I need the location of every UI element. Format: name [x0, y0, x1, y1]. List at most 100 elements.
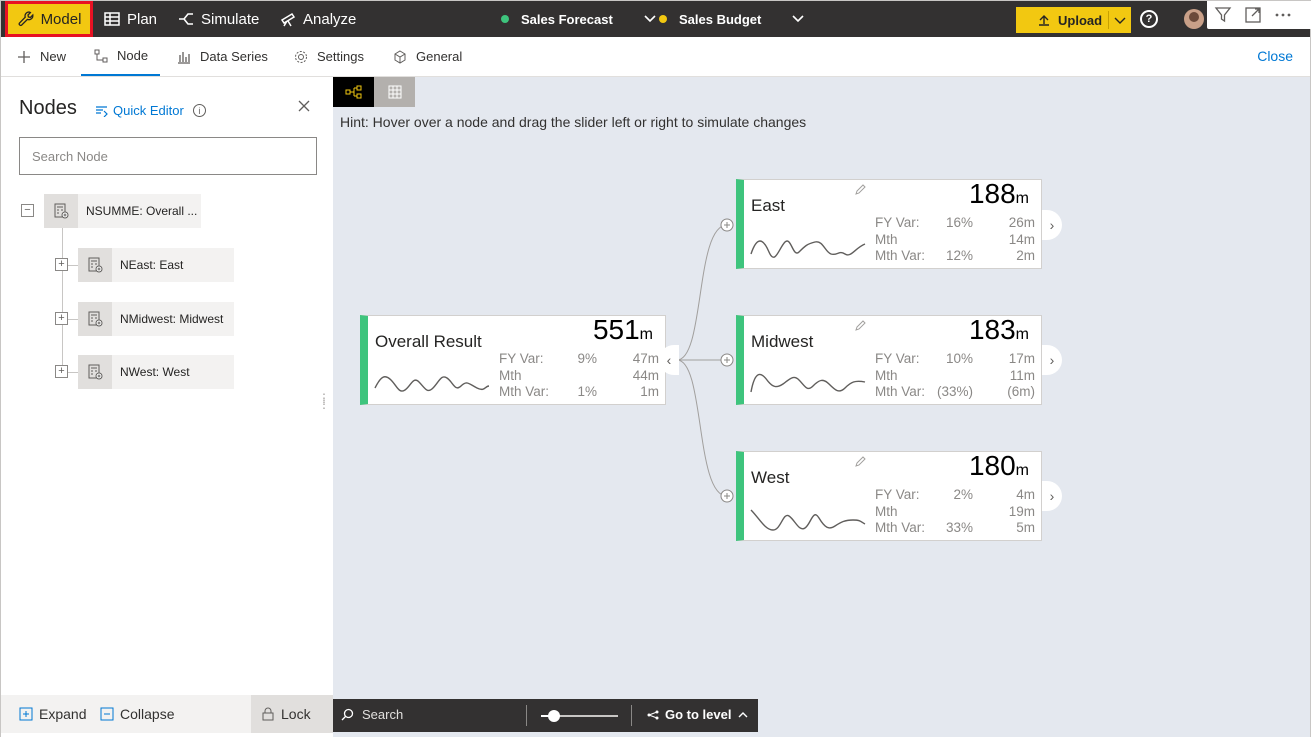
tree-node-west[interactable]: NWest: West	[78, 355, 234, 389]
status-dot-yellow	[659, 15, 667, 23]
model-button[interactable]: Model	[5, 1, 93, 37]
nodes-panel: Nodes Quick Editor i Search Node − NSUMM…	[1, 77, 333, 737]
hierarchy-icon	[647, 710, 659, 719]
collapse-label: Collapse	[120, 706, 175, 722]
analyze-label: Analyze	[303, 10, 357, 28]
node-value: 183m	[968, 314, 1029, 345]
tab-settings-label: Settings	[317, 49, 364, 64]
tree-links	[676, 218, 734, 503]
chevron-down-icon[interactable]	[1114, 14, 1126, 26]
telescope-icon	[280, 12, 296, 27]
sparkline	[750, 240, 866, 258]
collapse-icon	[100, 707, 114, 721]
tree-node-overall[interactable]: NSUMME: Overall ...	[44, 194, 201, 228]
node-card-east[interactable]: East 188m FY Var: 16% 26m Mth 14m Mth Var: 1…	[736, 178, 1042, 269]
avatar[interactable]	[1184, 9, 1204, 29]
tab-data-series[interactable]: Data Series	[176, 37, 268, 76]
scenario-1-label: Sales Forecast	[521, 11, 613, 27]
tab-general[interactable]: General	[392, 37, 462, 76]
node-name: West	[751, 468, 790, 487]
hierarchy-icon	[94, 49, 108, 62]
tree-toggle-collapse[interactable]: −	[21, 204, 34, 217]
tab-node[interactable]: Node	[81, 37, 161, 76]
plus-icon	[18, 50, 30, 63]
upload-icon	[1039, 15, 1049, 26]
chevron-up-icon	[738, 711, 748, 717]
cube-icon	[394, 49, 406, 64]
pencil-icon[interactable]	[854, 320, 866, 332]
upload-label: Upload	[1058, 12, 1103, 28]
model-label: Model	[40, 10, 82, 28]
plus-circle-icon	[720, 489, 734, 503]
lock-label: Lock	[281, 706, 311, 722]
node-icon	[78, 248, 112, 282]
tree-node-label: NWest: West	[120, 365, 190, 379]
expand-icon	[19, 707, 33, 721]
quick-editor-link[interactable]: Quick Editor i	[95, 103, 206, 118]
close-link[interactable]: Close	[1257, 48, 1293, 64]
node-icon	[44, 194, 78, 228]
top-bar: Model Plan Simulate Analyze Sales Foreca…	[1, 1, 1311, 37]
pencil-icon[interactable]	[854, 184, 866, 196]
upload-button[interactable]: Upload	[1016, 7, 1131, 33]
node-metrics: FY Var: 9% 47m Mth 44m Mth Var: 1% 1m	[499, 351, 659, 399]
simulate-label: Simulate	[201, 10, 260, 28]
scenario-select-1[interactable]: Sales Forecast	[501, 1, 657, 37]
plan-button[interactable]: Plan	[103, 1, 157, 37]
tree-toggle-expand[interactable]: +	[55, 365, 68, 378]
collapse-button[interactable]: Collapse	[100, 695, 174, 733]
zoom-slider-thumb[interactable]	[548, 710, 560, 722]
tree-canvas[interactable]: Hint: Hover over a node and drag the sli…	[333, 77, 1310, 737]
help-icon[interactable]: ?	[1140, 10, 1158, 28]
node-card-overall[interactable]: Overall Result 551m FY Var: 9% 47m Mth 44m …	[360, 314, 666, 405]
tree-toggle-expand[interactable]: +	[55, 258, 68, 271]
pencil-icon[interactable]	[854, 456, 866, 468]
chevron-down-icon	[644, 15, 656, 23]
sparkline	[750, 509, 866, 531]
toolbar-divider	[526, 705, 527, 726]
tab-data-series-label: Data Series	[200, 49, 268, 64]
sparkline	[374, 376, 490, 392]
link-east	[676, 224, 728, 361]
go-to-level-button[interactable]: Go to level	[647, 707, 749, 722]
node-card-midwest[interactable]: Midwest 183m FY Var: 10% 17m Mth 11m Mth Va…	[736, 314, 1042, 405]
status-dot-green	[501, 15, 509, 23]
focus-mode-icon[interactable]	[1243, 5, 1263, 25]
wrench-icon	[18, 11, 34, 27]
ribbon-tabs: New Node Data Series Settings General Cl…	[1, 37, 1310, 77]
panel-footer: Expand Collapse Lock	[1, 695, 333, 733]
node-name: East	[751, 196, 786, 215]
tab-settings[interactable]: Settings	[293, 37, 364, 76]
link-west	[676, 359, 728, 497]
more-options-icon[interactable]	[1273, 5, 1293, 25]
node-icon	[78, 302, 112, 336]
tree-node-midwest[interactable]: NMidwest: Midwest	[78, 302, 234, 336]
node-icon	[78, 355, 112, 389]
analyze-button[interactable]: Analyze	[279, 1, 356, 37]
filter-icon[interactable]	[1213, 5, 1233, 25]
tree-toggle-expand[interactable]: +	[55, 312, 68, 325]
resize-grip-icon[interactable]: ⋮ ⋮	[318, 392, 330, 410]
tree-node-label: NMidwest: Midwest	[120, 312, 224, 326]
node-value: 188m	[968, 178, 1029, 209]
simulate-button[interactable]: Simulate	[177, 1, 259, 37]
tree-node-east[interactable]: NEast: East	[78, 248, 234, 282]
info-icon[interactable]: i	[192, 104, 206, 117]
search-icon	[341, 708, 354, 721]
tab-general-label: General	[416, 49, 463, 64]
tab-new[interactable]: New	[16, 37, 66, 76]
node-metrics: FY Var: 2% 4m Mth 19m Mth Var: 33% 5m	[875, 487, 1035, 535]
scenario-select-2[interactable]: Sales Budget	[659, 1, 805, 37]
canvas-toolbar: Search Go to level	[333, 699, 758, 732]
search-node-input[interactable]: Search Node	[19, 137, 317, 175]
close-icon[interactable]	[297, 99, 311, 113]
tab-new-label: New	[40, 49, 67, 64]
lock-button[interactable]: Lock	[251, 695, 333, 733]
node-name: Midwest	[751, 332, 814, 351]
node-card-west[interactable]: West 180m FY Var: 2% 4m Mth 19m Mth Var: 33%…	[736, 450, 1042, 541]
sparkline	[750, 373, 866, 393]
expand-button[interactable]: Expand	[19, 695, 86, 733]
canvas-search-input[interactable]: Search	[341, 707, 403, 722]
quick-editor-label: Quick Editor	[113, 103, 184, 118]
expand-label: Expand	[39, 706, 87, 722]
